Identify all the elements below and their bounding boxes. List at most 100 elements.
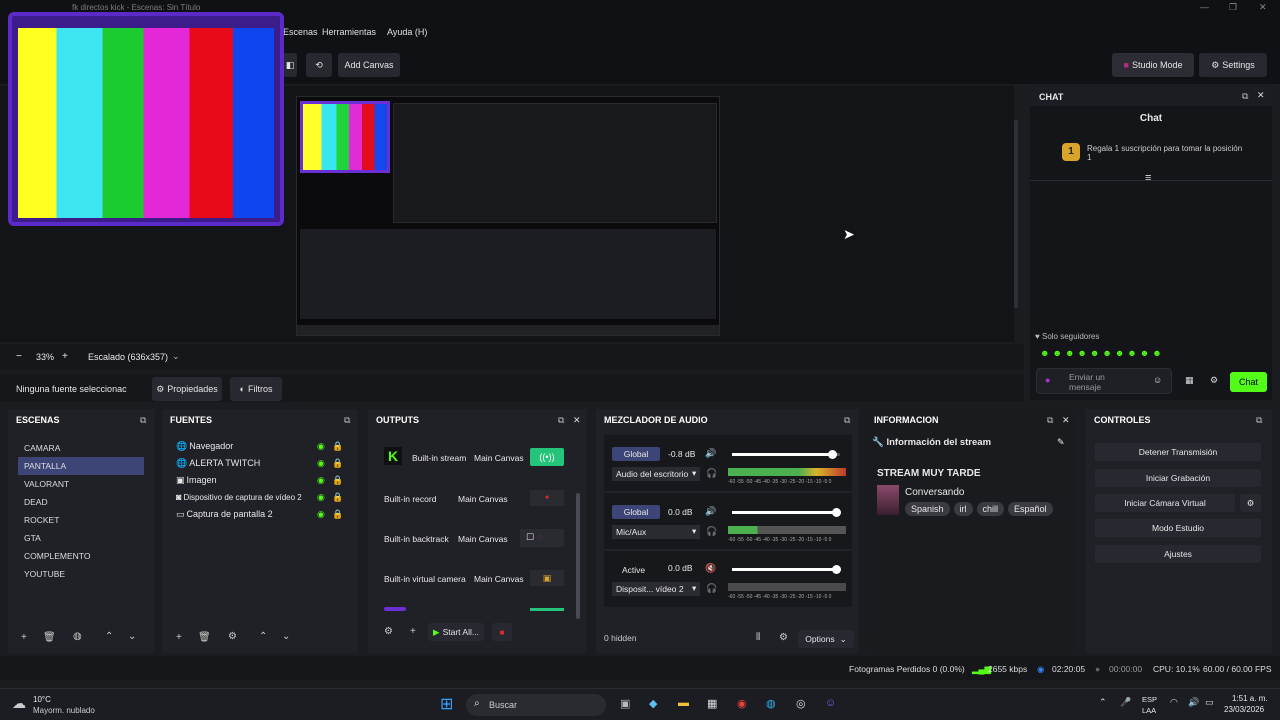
gear-icon[interactable]: ⚙ [1210, 375, 1218, 386]
gear-icon[interactable]: ⚙ [228, 631, 237, 642]
scene-item-selected[interactable]: PANTALLA [18, 457, 144, 475]
options-dropdown[interactable]: Options ⌄ [798, 630, 854, 648]
zoom-out-icon[interactable]: − [16, 351, 22, 362]
headphones-icon[interactable]: 🎧 [706, 468, 717, 479]
volume-slider[interactable] [732, 508, 841, 517]
mic-icon[interactable]: 🎤 [1120, 697, 1131, 708]
close-icon[interactable]: ✕ [1259, 2, 1267, 13]
scene-item[interactable]: VALORANT [18, 475, 144, 493]
gear-icon[interactable]: ⚙ [384, 626, 393, 637]
volume-slider[interactable] [732, 565, 841, 574]
file-explorer-icon[interactable]: ▬ [678, 697, 689, 709]
scene-item[interactable]: CAMARA [18, 439, 144, 457]
backtrack-toggle[interactable]: ☐ ◌ [520, 529, 564, 547]
channel-source-select[interactable]: Mic/Aux ▾ [612, 525, 700, 539]
stream-active-toggle[interactable]: ((•)) [530, 448, 564, 466]
preview-vertical-scrollbar[interactable] [1014, 120, 1018, 308]
store-icon[interactable]: ▦ [707, 697, 717, 710]
channel-scope[interactable]: Global [612, 505, 660, 519]
float-icon[interactable]: ⧉ [344, 415, 350, 426]
mic-icon[interactable]: ● [1045, 375, 1050, 385]
filters-button[interactable]: ◐ Filtros [230, 377, 282, 401]
close-icon[interactable]: ✕ [1062, 415, 1070, 426]
studio-mode-button-ctrl[interactable]: Modo Estudio [1095, 519, 1261, 537]
channel-scope[interactable]: Active [622, 565, 645, 575]
source-item[interactable]: ▣ Imagen ◉ 🔒 [176, 475, 356, 492]
eye-icon[interactable]: ◉ [317, 475, 325, 486]
float-icon[interactable]: ⧉ [1256, 415, 1262, 426]
clock-date[interactable]: 23/03/2026 [1224, 705, 1264, 714]
headphones-icon[interactable]: 🎧 [706, 526, 717, 537]
scene-item[interactable]: COMPLEMENTO [18, 547, 144, 565]
maximize-icon[interactable]: ❐ [1229, 2, 1237, 13]
virtual-camera-toggle[interactable]: ▣ [530, 570, 564, 586]
studio-mode-button[interactable]: ■ Studio Mode [1112, 53, 1194, 77]
mixer-sliders-icon[interactable]: ⫴ [756, 632, 760, 643]
close-icon[interactable]: ✕ [1257, 90, 1265, 101]
stop-stream-button[interactable]: Detener Transmisión [1095, 443, 1261, 461]
source-item[interactable]: ▭ Captura de pantalla 2 ◉ 🔒 [176, 509, 356, 526]
clock-time[interactable]: 1:51 a. m. [1232, 694, 1268, 703]
chat-input[interactable]: ● Enviar un mensaje ☺ [1036, 368, 1172, 394]
properties-button[interactable]: ⚙ Propiedades [152, 377, 222, 401]
trash-icon[interactable]: 🗑 [43, 632, 56, 643]
headphones-icon[interactable]: 🎧 [706, 583, 717, 594]
menu-ayuda[interactable]: Ayuda (H) [387, 27, 427, 37]
lock-icon[interactable]: 🔒 [332, 441, 343, 452]
eye-icon[interactable]: ◉ [317, 441, 325, 452]
copilot-icon[interactable]: ◆ [649, 697, 657, 710]
scale-select[interactable]: Escalado (636x357) [88, 352, 168, 362]
move-down-icon[interactable]: ⌄ [282, 631, 290, 642]
channel-source-select[interactable]: Disposit... vídeo 2 ▾ [612, 582, 700, 596]
move-up-icon[interactable]: ⌃ [105, 631, 113, 642]
lock-icon[interactable]: 🔒 [332, 475, 343, 486]
chrome-icon[interactable]: ◉ [737, 697, 747, 710]
scene-item[interactable]: ROCKET [18, 511, 144, 529]
menu-herramientas[interactable]: Herramientas [322, 27, 376, 37]
chevron-up-icon[interactable]: ⌃ [1099, 697, 1107, 708]
lock-icon[interactable]: 🔒 [332, 492, 343, 503]
add-canvas-button[interactable]: Add Canvas [338, 53, 400, 77]
trash-icon[interactable]: 🗑 [198, 632, 211, 643]
settings-button[interactable]: ⚙ Settings [1199, 53, 1267, 77]
edit-pencil-icon[interactable]: ✎ [1057, 437, 1065, 448]
lang-layout[interactable]: LAA [1142, 706, 1156, 715]
menu-escenas[interactable]: Escenas [283, 27, 318, 37]
discord-icon[interactable]: ☺ [825, 697, 836, 709]
lock-icon[interactable]: 🔒 [332, 509, 343, 520]
volume-handle[interactable] [832, 565, 841, 574]
source-item[interactable]: 🌐 ALERTA TWITCH ◉ 🔒 [176, 458, 356, 475]
emoji-icon[interactable]: ☺ [1153, 375, 1162, 385]
channel-scope[interactable]: Global [612, 447, 660, 461]
send-chat-button[interactable]: Chat [1230, 372, 1267, 392]
eye-icon[interactable]: ◉ [317, 509, 325, 520]
obs-icon[interactable]: ◎ [796, 697, 806, 710]
lock-icon[interactable]: 🔒 [332, 458, 343, 469]
start-virtual-camera-button[interactable]: Iniciar Cámara Virtual [1095, 494, 1235, 512]
add-icon[interactable]: + [410, 626, 416, 637]
filter-icon[interactable]: ◍ [73, 631, 82, 642]
settings-button-ctrl[interactable]: Ajustes [1095, 545, 1261, 563]
volume-handle[interactable] [832, 508, 841, 517]
volume-slider[interactable] [732, 450, 840, 459]
move-down-icon[interactable]: ⌄ [128, 631, 136, 642]
gear-icon[interactable]: ⚙ [1240, 494, 1261, 512]
channel-source-select[interactable]: Audio del escritorio ▾ [612, 467, 700, 481]
minimize-icon[interactable]: — [1200, 2, 1209, 12]
float-icon[interactable]: ⧉ [1047, 415, 1053, 426]
record-toggle[interactable]: ● [530, 490, 564, 506]
scene-item[interactable]: YOUTUBE [18, 565, 144, 583]
task-view-icon[interactable]: ▣ [620, 697, 630, 710]
gear-icon[interactable]: ⚙ [779, 632, 788, 643]
source-item[interactable]: ◙ Dispositivo de captura de vídeo 2 ◉ 🔒 [176, 492, 356, 509]
volume-handle[interactable] [828, 450, 837, 459]
gift-icon[interactable]: ▦ [1185, 375, 1194, 386]
edge-icon[interactable]: ◍ [766, 697, 776, 710]
expand-chevron-icon[interactable]: ≡ [1145, 172, 1151, 184]
refresh-icon[interactable]: ⟲ [306, 53, 332, 77]
speaker-muted-icon[interactable]: 🔇 [705, 563, 716, 574]
zoom-in-icon[interactable]: + [62, 351, 68, 362]
lang-code[interactable]: ESP [1142, 695, 1157, 704]
scene-item[interactable]: GTA [18, 529, 144, 547]
chevron-down-icon[interactable]: ⌄ [172, 351, 180, 362]
